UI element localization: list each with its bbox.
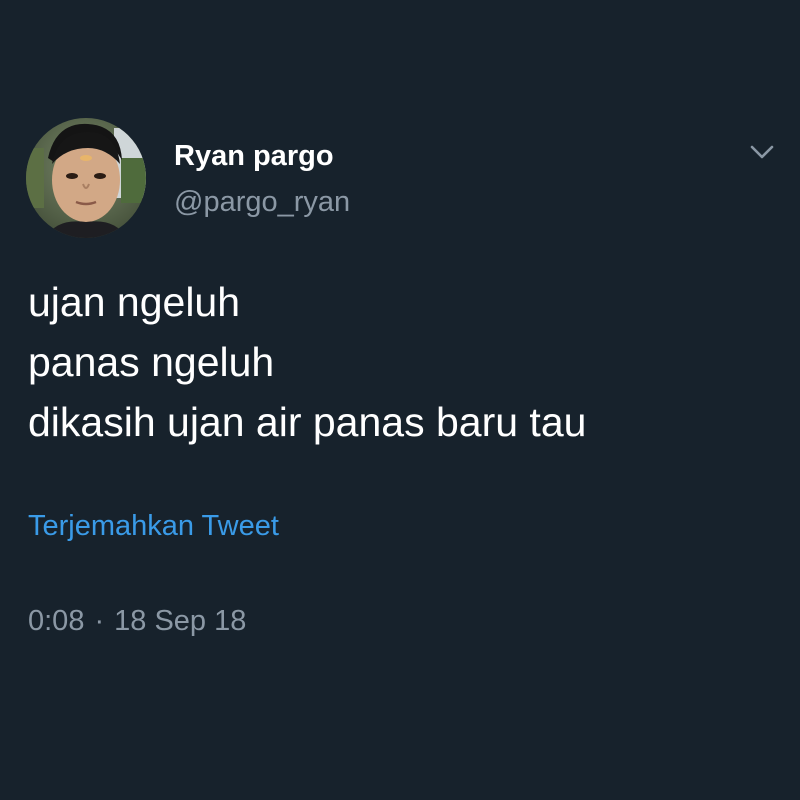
avatar[interactable] — [26, 118, 146, 238]
user-handle[interactable]: @pargo_ryan — [174, 186, 350, 219]
translate-tweet-link[interactable]: Terjemahkan Tweet — [28, 510, 279, 543]
tweet-text: ujan ngeluh panas ngeluh dikasih ujan ai… — [28, 272, 768, 452]
tweet-time: 0:08 — [28, 605, 85, 637]
tweet-timestamp: 0:08 · 18 Sep 18 — [28, 605, 246, 638]
tweet-card: Ryan pargo @pargo_ryan ujan ngeluh panas… — [0, 0, 800, 800]
tweet-date: 18 Sep 18 — [114, 605, 247, 637]
tweet-text-line: ujan ngeluh — [28, 279, 241, 325]
avatar-photo — [26, 118, 146, 238]
tweet-text-line: dikasih ujan air panas baru tau — [28, 399, 587, 445]
tweet-text-line: panas ngeluh — [28, 339, 275, 385]
meta-separator: · — [94, 605, 105, 637]
chevron-down-icon[interactable] — [748, 138, 776, 166]
display-name[interactable]: Ryan pargo — [174, 140, 334, 173]
